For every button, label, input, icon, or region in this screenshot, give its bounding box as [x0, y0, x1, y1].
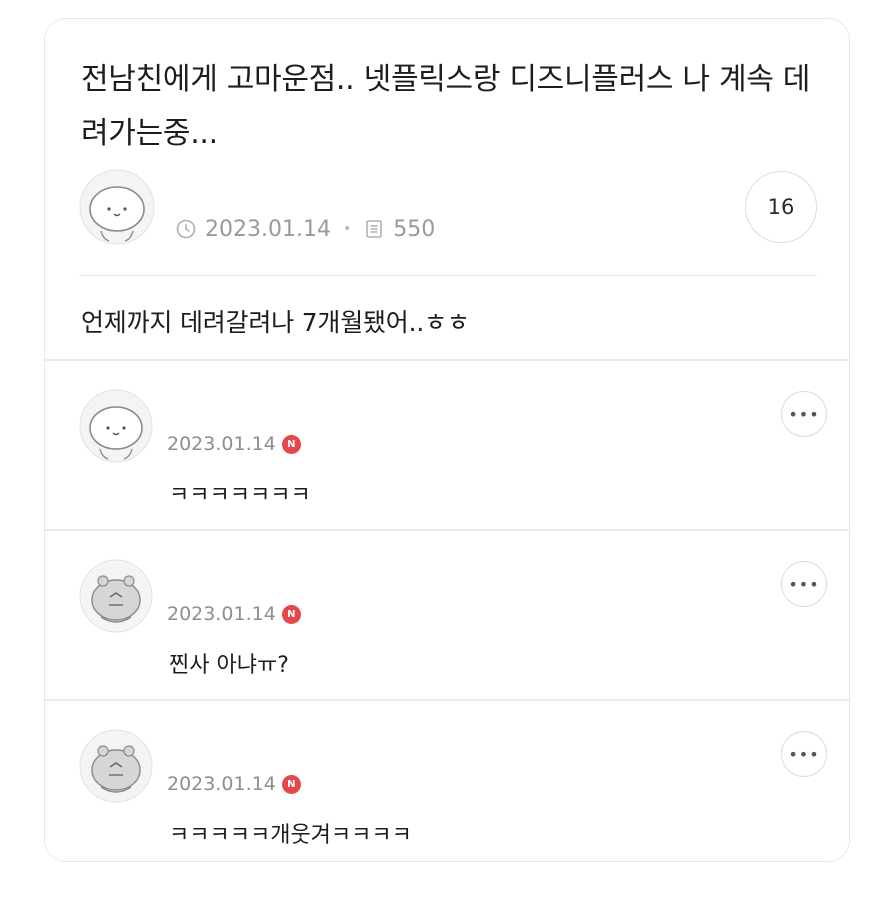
comment-date-text: 2023.01.14 — [167, 433, 276, 455]
post-views: 550 — [393, 216, 436, 242]
page: 전남친에게 고마운점.. 넷플릭스랑 디즈니플러스 나 계속 데려가는중... — [0, 0, 893, 900]
comment-date-text: 2023.01.14 — [167, 603, 276, 625]
comment-date: 2023.01.14 N — [167, 603, 301, 625]
post-title: 전남친에게 고마운점.. 넷플릭스랑 디즈니플러스 나 계속 데려가는중... — [81, 62, 811, 151]
comment-date: 2023.01.14 N — [167, 773, 301, 795]
commenter-avatar[interactable] — [79, 729, 153, 803]
post-card: 전남친에게 고마운점.. 넷플릭스랑 디즈니플러스 나 계속 데려가는중... — [44, 18, 850, 862]
post-date: 2023.01.14 — [205, 216, 331, 242]
avatar-icon — [79, 169, 155, 245]
meta-separator: • — [342, 221, 352, 237]
clock-icon — [175, 218, 197, 240]
comment-text: ㅋㅋㅋㅋㅋㅋㅋ — [169, 483, 311, 508]
document-icon — [363, 218, 385, 240]
comment-text: ㅋㅋㅋㅋㅋ개웃겨ㅋㅋㅋㅋ — [169, 823, 412, 848]
new-badge: N — [281, 604, 301, 624]
author-avatar[interactable] — [79, 169, 155, 245]
divider — [79, 275, 817, 276]
new-badge: N — [281, 774, 301, 794]
commenter-avatar[interactable] — [79, 389, 153, 463]
comment-count-button[interactable]: 16 — [745, 171, 817, 243]
ellipsis-icon: ••• — [788, 744, 820, 764]
more-options-button[interactable]: ••• — [781, 391, 827, 437]
comment-item: 2023.01.14 N ㅋㅋㅋㅋㅋㅋㅋ ••• — [45, 359, 849, 529]
post-meta: 2023.01.14 • 550 — [175, 214, 435, 244]
comment-date: 2023.01.14 N — [167, 433, 301, 455]
more-options-button[interactable]: ••• — [781, 561, 827, 607]
avatar-icon — [79, 729, 153, 803]
post-section: 전남친에게 고마운점.. 넷플릭스랑 디즈니플러스 나 계속 데려가는중... — [45, 19, 849, 359]
comment-date-text: 2023.01.14 — [167, 773, 276, 795]
commenter-avatar[interactable] — [79, 559, 153, 633]
avatar-icon — [79, 389, 153, 463]
comment-item: 2023.01.14 N ㅋㅋㅋㅋㅋ개웃겨ㅋㅋㅋㅋ ••• — [45, 699, 849, 861]
post-body: 언제까지 데려갈려나 7개월됐어..ㅎㅎ — [81, 308, 470, 337]
ellipsis-icon: ••• — [788, 404, 820, 424]
comment-list: 2023.01.14 N ㅋㅋㅋㅋㅋㅋㅋ ••• 2023.01.14 N 찐사… — [45, 359, 849, 861]
comment-item: 2023.01.14 N 찐사 아냐ㅠ? ••• — [45, 529, 849, 699]
comment-count: 16 — [767, 195, 795, 219]
more-options-button[interactable]: ••• — [781, 731, 827, 777]
avatar-icon — [79, 559, 153, 633]
ellipsis-icon: ••• — [788, 574, 820, 594]
comment-text: 찐사 아냐ㅠ? — [169, 653, 289, 678]
new-badge: N — [281, 434, 301, 454]
